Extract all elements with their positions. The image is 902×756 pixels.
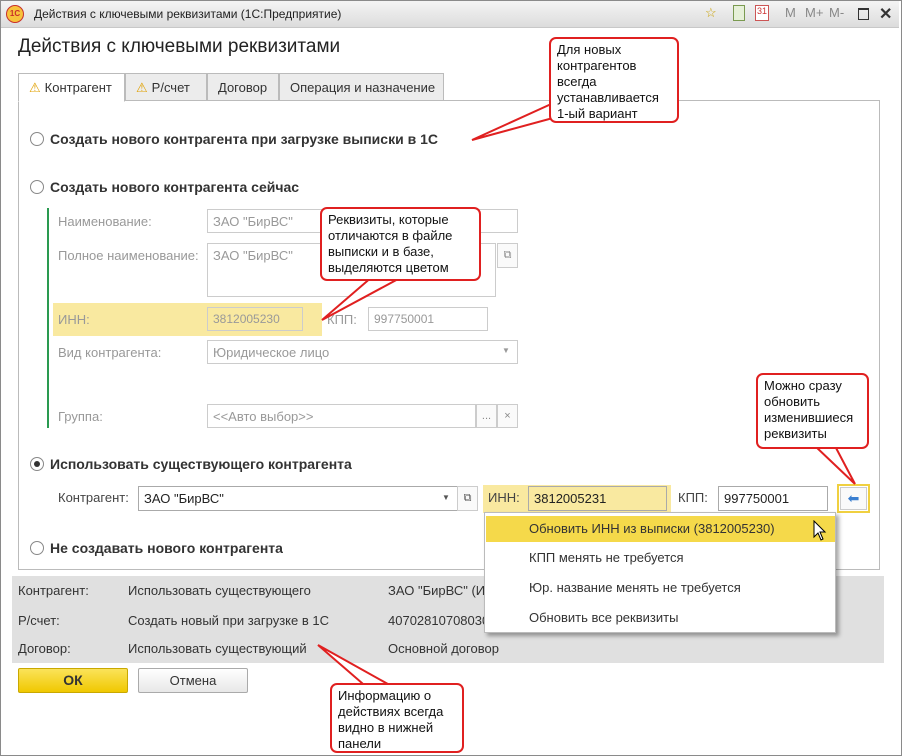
callout-highlighted-requisites: Реквизиты, которые отличаются в файле вы… — [320, 207, 481, 281]
callout-new-contractors: Для новых контрагентов всегда устанавлив… — [549, 37, 679, 123]
callout-update-requisites: Можно сразу обновить изменившиеся реквиз… — [756, 373, 869, 449]
callout-bottom-panel: Информацию о действиях всегда видно в ни… — [330, 683, 464, 753]
